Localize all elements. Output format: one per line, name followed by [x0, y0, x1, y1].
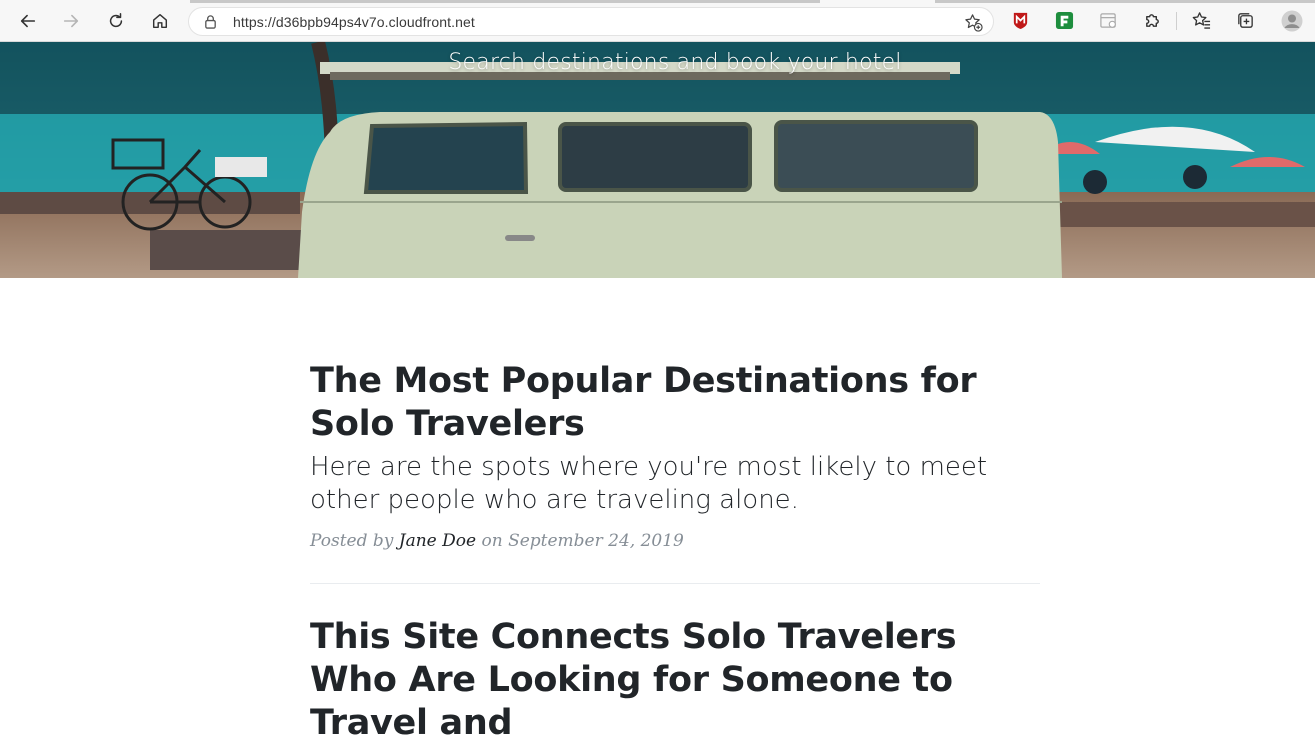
toolbar-separator: [1176, 12, 1177, 30]
post-meta-prefix: Posted by: [310, 531, 394, 551]
home-button[interactable]: [145, 6, 175, 36]
green-extension-icon[interactable]: [1055, 11, 1074, 30]
star-add-icon[interactable]: [964, 13, 983, 32]
address-bar[interactable]: https://d36bpb94ps4v7o.cloudfront.net: [188, 7, 994, 36]
favorites-icon[interactable]: [1192, 11, 1211, 30]
arrow-right-icon: [63, 14, 79, 28]
arrow-left-icon: [20, 14, 36, 28]
refresh-button[interactable]: [101, 6, 131, 36]
url-text: https://d36bpb94ps4v7o.cloudfront.net: [233, 14, 475, 30]
puzzle-icon[interactable]: [1143, 11, 1162, 30]
home-icon: [152, 13, 168, 29]
post-meta: Posted by Jane Doe on September 24, 2019: [310, 531, 1040, 551]
collections-icon[interactable]: [1236, 11, 1255, 30]
post-title-2[interactable]: This Site Connects Solo Travelers Who Ar…: [310, 616, 1040, 745]
mcafee-icon[interactable]: [1011, 11, 1030, 30]
refresh-icon: [109, 13, 123, 28]
post-preview[interactable]: The Most Popular Destinations for Solo T…: [310, 360, 1040, 551]
tab-strip-hint-2: [935, 0, 1315, 3]
post-meta-on: on: [481, 531, 503, 551]
post-preview-2[interactable]: This Site Connects Solo Travelers Who Ar…: [310, 616, 1040, 745]
post-list: The Most Popular Destinations for Solo T…: [310, 360, 1040, 745]
post-title[interactable]: The Most Popular Destinations for Solo T…: [310, 360, 1040, 446]
browser-toolbar: https://d36bpb94ps4v7o.cloudfront.net: [0, 0, 1315, 42]
hero-image: [0, 42, 1315, 278]
avatar-icon[interactable]: [1281, 10, 1303, 32]
post-date: September 24, 2019: [508, 531, 684, 551]
reader-icon[interactable]: [1099, 11, 1118, 30]
post-divider: [310, 583, 1040, 584]
hero-banner: Search destinations and book your hotel: [0, 42, 1315, 278]
forward-button[interactable]: [56, 6, 86, 36]
post-author-link[interactable]: Jane Doe: [399, 531, 476, 551]
tab-strip-hint: [190, 0, 820, 3]
back-button[interactable]: [13, 6, 43, 36]
hero-subtitle: Search destinations and book your hotel: [448, 50, 902, 75]
post-subtitle[interactable]: Here are the spots where you're most lik…: [310, 451, 1040, 517]
lock-icon: [205, 15, 216, 29]
